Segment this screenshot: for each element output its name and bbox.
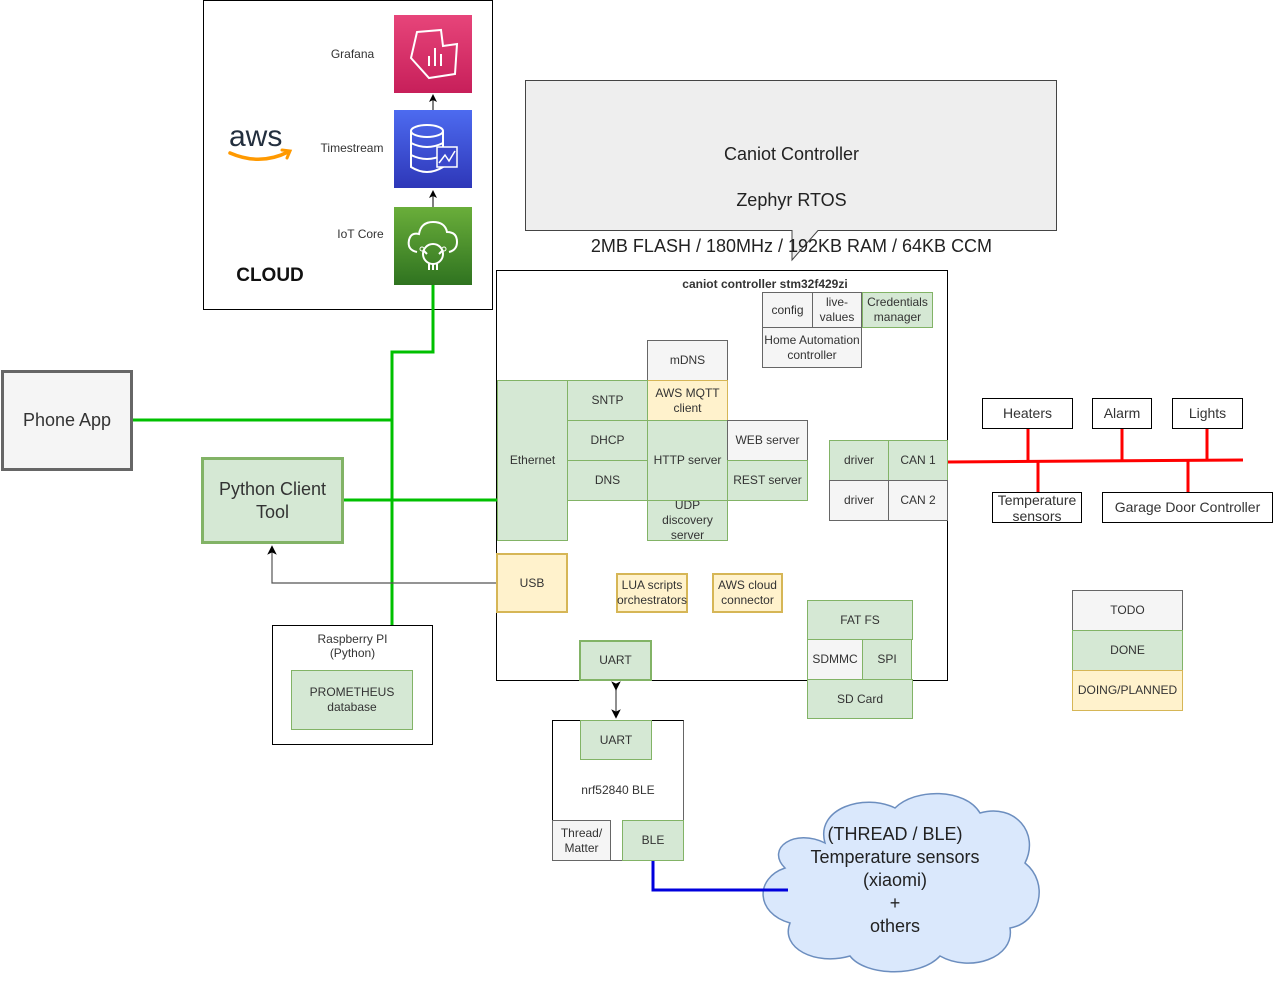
can-bus: [947, 429, 1244, 492]
network-trunk: [390, 285, 435, 625]
connectors: [133, 94, 1244, 892]
ble-link: [651, 861, 788, 892]
usb-to-python-arrow: [267, 545, 496, 584]
